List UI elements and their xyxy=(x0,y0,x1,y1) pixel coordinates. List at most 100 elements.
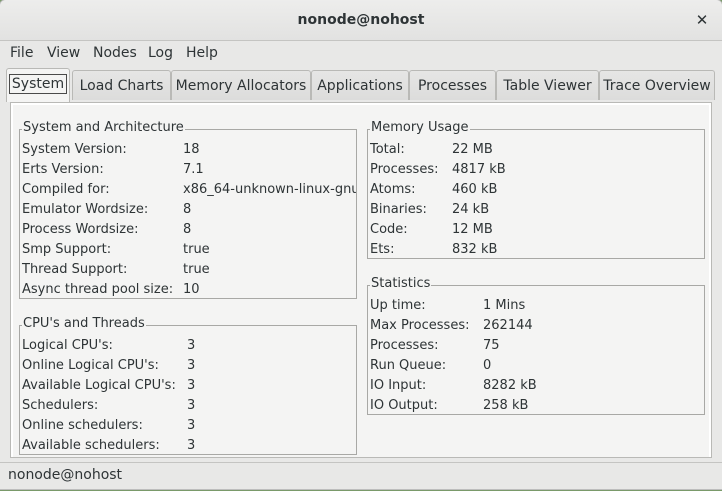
sysarch-value: 8 xyxy=(183,222,192,237)
tab-memory-allocators[interactable]: Memory Allocators xyxy=(171,70,311,100)
stat-value: 258 kB xyxy=(483,398,529,413)
tab-processes[interactable]: Processes xyxy=(409,70,496,100)
cpu-row-schedulers: Schedulers: 3 xyxy=(22,396,356,416)
mem-row-atoms: Atoms: 460 kB xyxy=(370,180,704,200)
sysarch-label: Erts Version: xyxy=(22,162,104,177)
cpu-label: Online schedulers: xyxy=(22,418,143,433)
menu-view[interactable]: View xyxy=(47,45,80,61)
stat-label: IO Input: xyxy=(370,378,427,393)
cpu-row-available-schedulers: Available schedulers: 3 xyxy=(22,436,356,456)
sysarch-row-emulator-wordsize: Emulator Wordsize: 8 xyxy=(22,200,356,220)
stat-row-max-processes: Max Processes: 262144 xyxy=(370,316,704,336)
sysarch-row-thread-support: Thread Support: true xyxy=(22,260,356,280)
cpu-row-online-logical: Online Logical CPU's: 3 xyxy=(22,356,356,376)
mem-label: Ets: xyxy=(370,242,395,257)
cpu-label: Available schedulers: xyxy=(22,438,160,453)
sysarch-value: true xyxy=(183,262,210,277)
menu-help[interactable]: Help xyxy=(186,45,218,61)
tab-system-label: System xyxy=(8,74,68,94)
sysarch-row-system-version: System Version: 18 xyxy=(22,140,356,160)
sysarch-label: System Version: xyxy=(22,142,127,157)
system-panel-body: System and Architecture System Version: … xyxy=(13,105,709,457)
sysarch-row-compiled-for: Compiled for: x86_64-unknown-linux-gnu xyxy=(22,180,356,200)
sysarch-label: Async thread pool size: xyxy=(22,282,174,297)
mem-value: 4817 kB xyxy=(452,162,506,177)
title-bar: nonode@nohost ✕ xyxy=(0,0,722,41)
menu-file[interactable]: File xyxy=(10,45,33,61)
mem-label: Binaries: xyxy=(370,202,427,217)
stat-row-run-queue: Run Queue: 0 xyxy=(370,356,704,376)
memory-usage-group: Memory Usage Total: 22 MB Processes: 481… xyxy=(367,120,705,260)
stat-label: Processes: xyxy=(370,338,439,353)
cpu-row-available-logical: Available Logical CPU's: 3 xyxy=(22,376,356,396)
menu-nodes[interactable]: Nodes xyxy=(93,45,137,61)
mem-value: 22 MB xyxy=(452,142,493,157)
stat-value: 0 xyxy=(483,358,492,373)
cpu-label: Available Logical CPU's: xyxy=(22,378,176,393)
sysarch-label: Emulator Wordsize: xyxy=(22,202,149,217)
cpu-value: 3 xyxy=(187,398,196,413)
tab-bar: System Load Charts Memory Allocators App… xyxy=(4,68,718,102)
cpu-value: 3 xyxy=(187,418,196,433)
cpu-threads-title: CPU's and Threads xyxy=(22,316,146,331)
system-panel: System and Architecture System Version: … xyxy=(10,102,712,458)
sysarch-label: Thread Support: xyxy=(22,262,128,277)
mem-row-ets: Ets: 832 kB xyxy=(370,240,704,260)
cpu-label: Online Logical CPU's: xyxy=(22,358,159,373)
menu-bar: File View Nodes Log Help xyxy=(0,41,722,67)
tab-table-viewer[interactable]: Table Viewer xyxy=(496,70,599,100)
sysarch-label: Compiled for: xyxy=(22,182,110,197)
stat-row-io-input: IO Input: 8282 kB xyxy=(370,376,704,396)
tab-load-charts[interactable]: Load Charts xyxy=(72,70,171,100)
tab-applications[interactable]: Applications xyxy=(311,70,409,100)
sysarch-value: 18 xyxy=(183,142,200,157)
mem-value: 460 kB xyxy=(452,182,498,197)
sysarch-row-smp-support: Smp Support: true xyxy=(22,240,356,260)
stat-label: IO Output: xyxy=(370,398,438,413)
system-architecture-group: System and Architecture System Version: … xyxy=(19,120,357,300)
sysarch-value: true xyxy=(183,242,210,257)
mem-row-binaries: Binaries: 24 kB xyxy=(370,200,704,220)
mem-row-total: Total: 22 MB xyxy=(370,140,704,160)
stat-value: 262144 xyxy=(483,318,533,333)
stat-label: Up time: xyxy=(370,298,426,313)
stat-value: 8282 kB xyxy=(483,378,537,393)
mem-value: 24 kB xyxy=(452,202,490,217)
mem-row-code: Code: 12 MB xyxy=(370,220,704,240)
stat-value: 75 xyxy=(483,338,500,353)
sysarch-label: Process Wordsize: xyxy=(22,222,139,237)
mem-value: 12 MB xyxy=(452,222,493,237)
stat-row-uptime: Up time: 1 Mins xyxy=(370,296,704,316)
cpu-label: Logical CPU's: xyxy=(22,338,113,353)
cpu-row-logical: Logical CPU's: 3 xyxy=(22,336,356,356)
sysarch-row-async-pool: Async thread pool size: 10 xyxy=(22,280,356,300)
tab-trace-overview[interactable]: Trace Overview xyxy=(599,70,715,100)
sysarch-label: Smp Support: xyxy=(22,242,112,257)
sysarch-value: 10 xyxy=(183,282,200,297)
close-icon[interactable]: ✕ xyxy=(692,10,712,30)
mem-row-processes: Processes: 4817 kB xyxy=(370,160,704,180)
window-title: nonode@nohost xyxy=(297,12,425,28)
sysarch-value: x86_64-unknown-linux-gnu xyxy=(183,182,356,197)
cpu-value: 3 xyxy=(187,438,196,453)
tab-system[interactable]: System xyxy=(6,68,70,102)
mem-value: 832 kB xyxy=(452,242,498,257)
stat-label: Max Processes: xyxy=(370,318,470,333)
cpu-value: 3 xyxy=(187,338,196,353)
statistics-group: Statistics Up time: 1 Mins Max Processes… xyxy=(367,276,705,416)
sysarch-value: 7.1 xyxy=(183,162,204,177)
stat-label: Run Queue: xyxy=(370,358,447,373)
cpu-label: Schedulers: xyxy=(22,398,99,413)
stat-value: 1 Mins xyxy=(483,298,526,313)
app-window: nonode@nohost ✕ File View Nodes Log Help… xyxy=(0,0,722,489)
system-architecture-title: System and Architecture xyxy=(22,120,185,135)
stat-row-processes: Processes: 75 xyxy=(370,336,704,356)
cpu-row-online-schedulers: Online schedulers: 3 xyxy=(22,416,356,436)
cpu-threads-group: CPU's and Threads Logical CPU's: 3 Onlin… xyxy=(19,316,357,456)
menu-log[interactable]: Log xyxy=(148,45,173,61)
stat-row-io-output: IO Output: 258 kB xyxy=(370,396,704,416)
memory-usage-title: Memory Usage xyxy=(370,120,470,135)
mem-label: Atoms: xyxy=(370,182,416,197)
mem-label: Total: xyxy=(370,142,405,157)
status-bar: nonode@nohost xyxy=(0,462,722,489)
